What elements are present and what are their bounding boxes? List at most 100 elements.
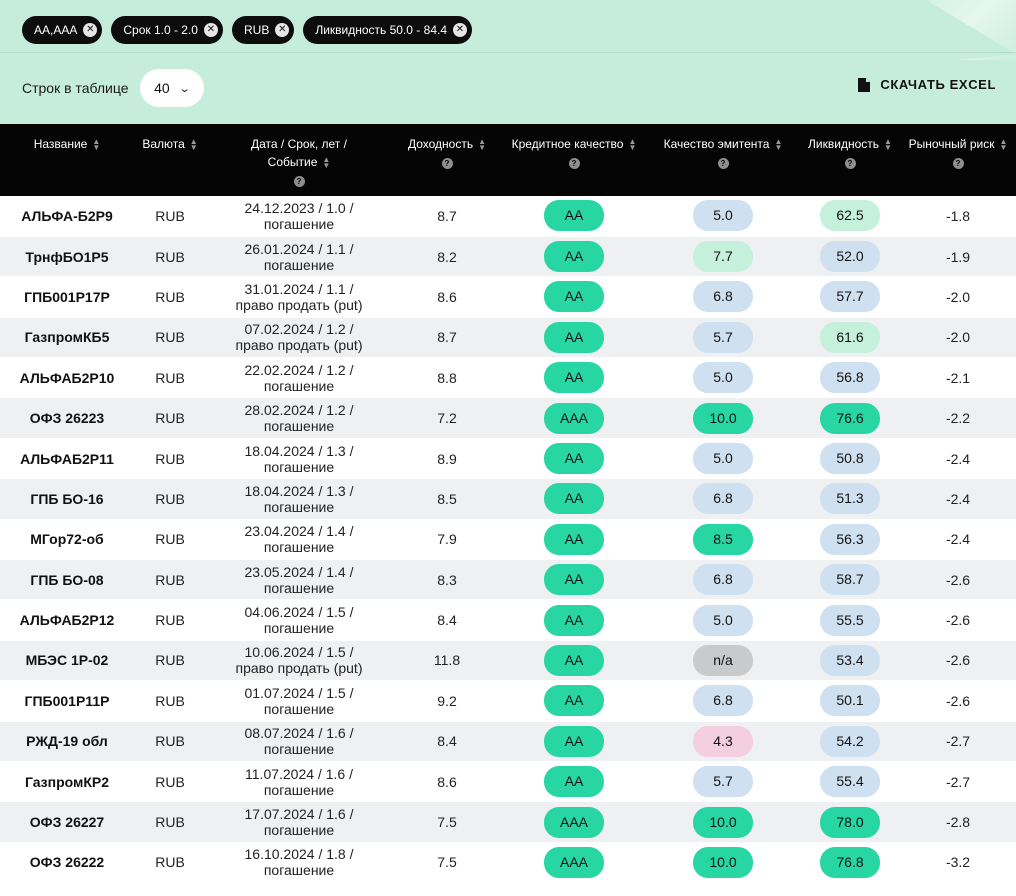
close-icon[interactable]: ✕ <box>203 23 218 37</box>
liquidity-badge: 78.0 <box>820 806 880 838</box>
filter-chip[interactable]: Ликвидность 50.0 - 84.4 ✕ <box>303 16 472 44</box>
column-header-label: Доходность <box>407 137 474 151</box>
bond-name[interactable]: ГазпромКБ5 <box>0 317 134 357</box>
bond-date-term: 18.04.2024 / 1.3 / <box>244 482 354 499</box>
issuer-quality-cell: 10.0 <box>646 842 800 882</box>
bond-date-cell: 10.06.2024 / 1.5 /право продать (put) <box>206 640 392 680</box>
liquidity-badge: 57.7 <box>820 281 880 313</box>
bond-name[interactable]: ГазпромКР2 <box>0 761 134 801</box>
market-risk: -2.7 <box>945 733 971 750</box>
bond-date-cell: 23.05.2024 / 1.4 /погашение <box>206 560 392 600</box>
sort-icon[interactable]: ▲ ▼ <box>322 155 330 169</box>
sort-icon[interactable]: ▲ ▼ <box>92 137 100 151</box>
table-row[interactable]: ГПБ БО-08 RUB 23.05.2024 / 1.4 /погашение 8… <box>0 559 1016 600</box>
column-header-credit-quality[interactable]: Кредитное качество ▲ ▼? <box>502 124 646 196</box>
bond-name[interactable]: ОФЗ 26223 <box>0 398 134 438</box>
column-header-name[interactable]: Название ▲ ▼ <box>0 124 134 196</box>
bond-yield: 8.5 <box>437 490 457 507</box>
close-icon[interactable]: ✕ <box>83 23 98 37</box>
bond-date-cell: 17.07.2024 / 1.6 /погашение <box>206 802 392 842</box>
liquidity-badge: 50.1 <box>820 685 880 717</box>
bond-name[interactable]: ГПБ БО-16 <box>0 479 134 519</box>
rows-per-page-select[interactable]: 40 ⌄ <box>139 69 204 107</box>
table-row[interactable]: ОФЗ 26227 RUB 17.07.2024 / 1.6 /погашение 7… <box>0 801 1016 843</box>
bond-name[interactable]: АЛЬФАБ2Р10 <box>0 358 134 398</box>
filter-chip[interactable]: RUB ✕ <box>231 16 295 44</box>
filter-chip-label: RUB <box>243 23 270 37</box>
bond-event: право продать (put) <box>235 660 363 677</box>
credit-quality-badge: AA <box>544 200 604 232</box>
question-icon[interactable]: ? <box>952 158 964 169</box>
column-header-issuer-quality[interactable]: Качество эмитента ▲ ▼? <box>646 124 800 196</box>
table-row[interactable]: ГазпромКБ5 RUB 07.02.2024 / 1.2 /право про… <box>0 317 1016 358</box>
filter-chip[interactable]: Срок 1.0 - 2.0 ✕ <box>111 16 223 44</box>
credit-quality-cell: AA <box>502 519 646 559</box>
bond-name[interactable]: ОФЗ 26227 <box>0 802 134 842</box>
sort-icon[interactable]: ▲ ▼ <box>478 137 486 151</box>
issuer-quality-badge: 10.0 <box>693 402 753 434</box>
table-row[interactable]: АЛЬФАБ2Р11 RUB 18.04.2024 / 1.3 /погашение… <box>0 438 1016 479</box>
bond-name[interactable]: АЛЬФАБ2Р11 <box>0 438 134 478</box>
issuer-quality-badge: 7.7 <box>693 241 753 273</box>
credit-quality-badge: AAA <box>544 806 604 838</box>
question-icon[interactable]: ? <box>844 158 856 169</box>
table-row[interactable]: ОФЗ 26223 RUB 28.02.2024 / 1.2 /погашение 7… <box>0 397 1016 439</box>
bond-name[interactable]: ГПБ001Р17Р <box>0 277 134 317</box>
bond-name[interactable]: ГПБ БО-08 <box>0 560 134 600</box>
bond-currency: RUB <box>155 571 185 588</box>
question-icon[interactable]: ? <box>717 158 729 169</box>
bond-name[interactable]: РЖД-19 обл <box>0 721 134 761</box>
table-row[interactable]: ТрнфБО1Р5 RUB 26.01.2024 / 1.1 /погашение 8… <box>0 236 1016 277</box>
question-icon[interactable]: ? <box>568 158 580 169</box>
column-header-label: Название <box>33 137 88 151</box>
table-row[interactable]: АЛЬФА-Б2Р9 RUB 24.12.2023 / 1.0 /погашение… <box>0 196 1016 237</box>
sort-icon[interactable]: ▲ ▼ <box>190 137 198 151</box>
table-row[interactable]: ГПБ001Р17Р RUB 31.01.2024 / 1.1 /право про… <box>0 277 1016 318</box>
column-header-label: Рыночный риск <box>908 137 995 151</box>
table-header: Название ▲ ▼ Валюта ▲ ▼ Дата / Срок, лет / Соб… <box>0 124 1016 196</box>
issuer-quality-cell: 4.3 <box>646 721 800 761</box>
bond-name[interactable]: АЛЬФАБ2Р12 <box>0 600 134 640</box>
question-icon[interactable]: ? <box>293 176 305 187</box>
column-header-date[interactable]: Дата / Срок, лет / Событие ▲ ▼? <box>206 124 392 196</box>
table-row[interactable]: ОФЗ 26222 RUB 16.10.2024 / 1.8 /погашение 7… <box>0 842 1016 883</box>
sort-icon[interactable]: ▲ ▼ <box>999 137 1007 151</box>
table-row[interactable]: ГазпромКР2 RUB 11.07.2024 / 1.6 /погашение… <box>0 761 1016 802</box>
credit-quality-badge: AA <box>544 241 604 273</box>
table-row[interactable]: МГор72-об RUB 23.04.2024 / 1.4 /погашение 7… <box>0 519 1016 560</box>
bond-event: погашение <box>263 377 335 394</box>
download-excel-button[interactable]: СКАЧАТЬ EXCEL <box>858 77 996 92</box>
table-row[interactable]: МБЭС 1Р-02 RUB 10.06.2024 / 1.5 /право про… <box>0 640 1016 681</box>
sort-icon[interactable]: ▲ ▼ <box>884 137 892 151</box>
bond-date-term: 16.10.2024 / 1.8 / <box>244 846 354 863</box>
bond-name[interactable]: МБЭС 1Р-02 <box>0 640 134 680</box>
credit-quality-badge: AA <box>544 523 604 555</box>
bonds-table: Название ▲ ▼ Валюта ▲ ▼ Дата / Срок, лет / Соб… <box>0 124 1016 883</box>
sort-icon[interactable]: ▲ ▼ <box>628 137 636 151</box>
column-header-yield[interactable]: Доходность ▲ ▼? <box>392 124 502 196</box>
sort-icon[interactable]: ▲ ▼ <box>774 137 782 151</box>
column-header-currency[interactable]: Валюта ▲ ▼ <box>134 124 206 196</box>
issuer-quality-cell: 5.0 <box>646 358 800 398</box>
bond-name[interactable]: АЛЬФА-Б2Р9 <box>0 196 134 236</box>
question-icon[interactable]: ? <box>441 158 453 169</box>
table-body: АЛЬФА-Б2Р9 RUB 24.12.2023 / 1.0 /погашение… <box>0 196 1016 883</box>
column-header-liquidity[interactable]: Ликвидность ▲ ▼? <box>800 124 900 196</box>
bond-name[interactable]: МГор72-об <box>0 519 134 559</box>
bond-name[interactable]: ТрнфБО1Р5 <box>0 236 134 276</box>
file-icon <box>858 77 871 92</box>
column-header-market-risk[interactable]: Рыночный риск ▲ ▼? <box>900 124 1016 196</box>
table-row[interactable]: ГПБ001Р11Р RUB 01.07.2024 / 1.5 /погашение… <box>0 681 1016 722</box>
credit-quality-cell: AA <box>502 277 646 317</box>
bond-currency: RUB <box>155 612 185 629</box>
table-row[interactable]: ГПБ БО-16 RUB 18.04.2024 / 1.3 /погашение 8… <box>0 478 1016 520</box>
table-row[interactable]: АЛЬФАБ2Р12 RUB 04.06.2024 / 1.5 /погашение… <box>0 600 1016 641</box>
bond-name[interactable]: ОФЗ 26222 <box>0 842 134 882</box>
table-row[interactable]: РЖД-19 обл RUB 08.07.2024 / 1.6 /погашение… <box>0 721 1016 762</box>
liquidity-cell: 61.6 <box>800 317 900 357</box>
bond-name[interactable]: ГПБ001Р11Р <box>0 681 134 721</box>
close-icon[interactable]: ✕ <box>453 23 467 37</box>
close-icon[interactable]: ✕ <box>275 23 290 37</box>
filter-chip[interactable]: АА,ААА ✕ <box>22 16 103 44</box>
table-row[interactable]: АЛЬФАБ2Р10 RUB 22.02.2024 / 1.2 /погашение… <box>0 358 1016 398</box>
